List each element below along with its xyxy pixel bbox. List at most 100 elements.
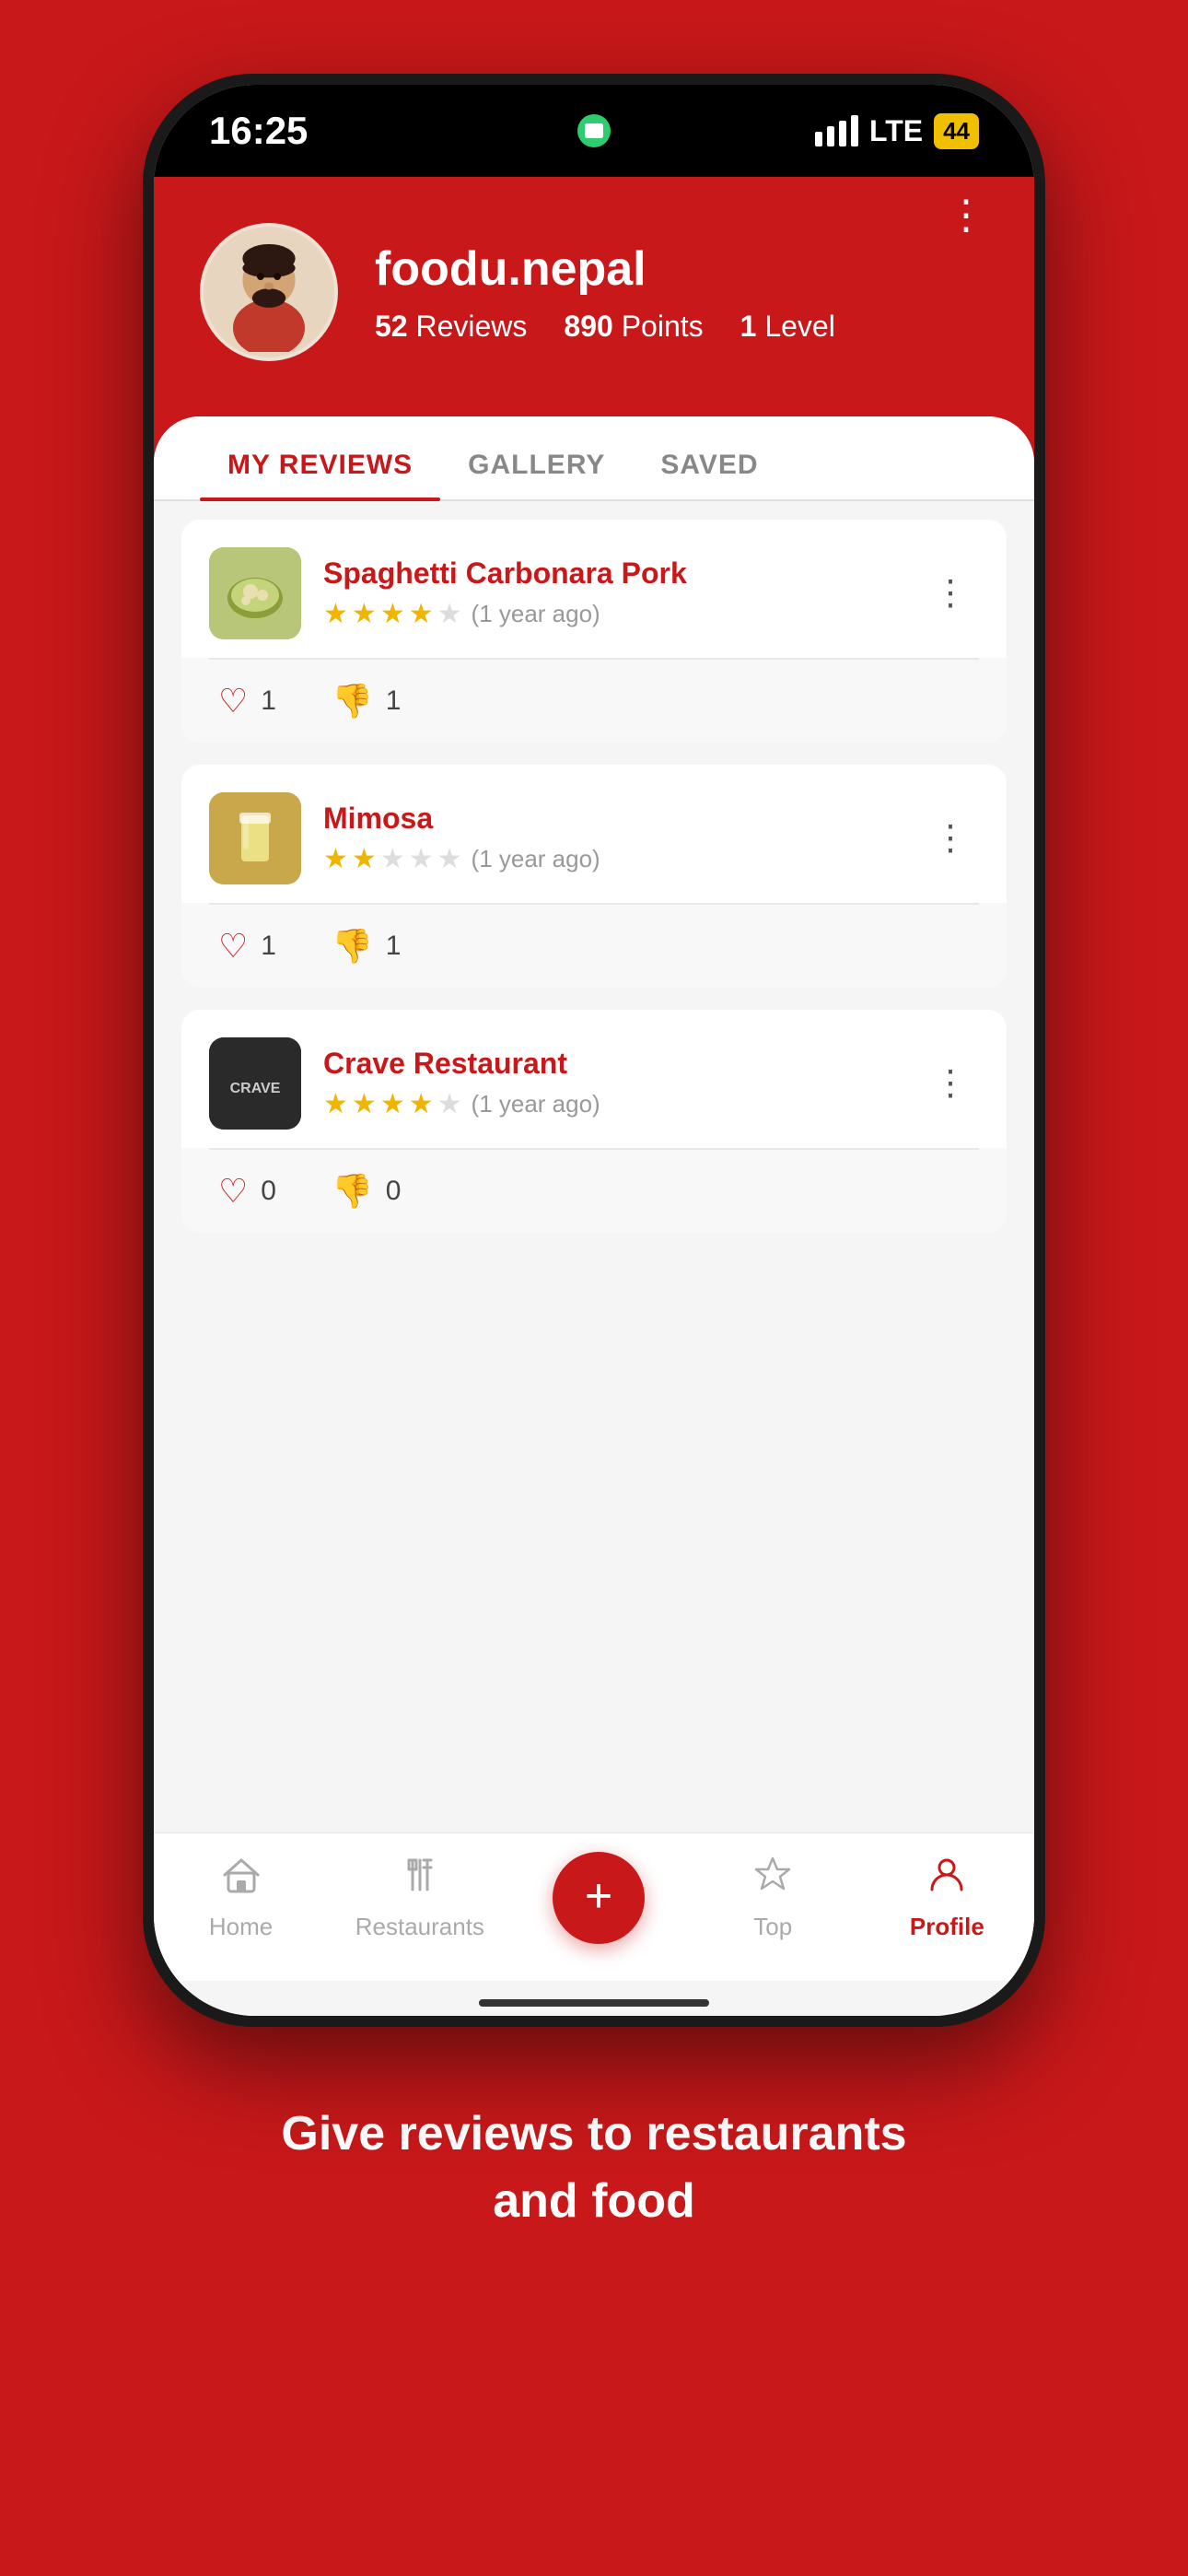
phone-screen: 16:25 LTE 44 ⋮ xyxy=(154,85,1034,2016)
review-time: (1 year ago) xyxy=(472,845,600,873)
star-4: ★ xyxy=(409,1088,434,1120)
bottom-nav: Home xyxy=(154,1832,1034,1981)
review-meta: Mimosa ★ ★ ★ ★ ★ (1 year ag xyxy=(323,802,902,875)
review-top: CRAVE Crave Restaurant ★ ★ ★ xyxy=(181,1010,1007,1148)
thumbsdown-icon: 👎 xyxy=(332,927,373,966)
review-title: Crave Restaurant xyxy=(323,1047,902,1081)
review-item: Mimosa ★ ★ ★ ★ ★ (1 year ag xyxy=(181,765,1007,988)
review-actions: ♡ 1 👎 1 xyxy=(181,660,1007,743)
star-3: ★ xyxy=(380,1088,405,1120)
dislike-count: 0 xyxy=(386,1176,402,1207)
review-time: (1 year ago) xyxy=(472,1090,600,1118)
nav-profile[interactable]: Profile xyxy=(887,1855,1007,1941)
tab-my-reviews[interactable]: MY REVIEWS xyxy=(200,416,440,499)
nav-top[interactable]: Top xyxy=(713,1855,833,1941)
signal-icon xyxy=(815,115,858,146)
avatar xyxy=(200,223,338,361)
review-item: CRAVE Crave Restaurant ★ ★ ★ xyxy=(181,1010,1007,1233)
lte-label: LTE xyxy=(869,114,923,148)
stars: ★ ★ ★ ★ ★ xyxy=(323,1088,462,1120)
stars: ★ ★ ★ ★ ★ xyxy=(323,598,462,630)
username: foodu.nepal xyxy=(375,241,835,297)
heart-icon: ♡ xyxy=(218,682,248,720)
review-image xyxy=(209,547,301,639)
review-title: Mimosa xyxy=(323,802,902,836)
star-2: ★ xyxy=(352,843,377,875)
caption: Give reviews to restaurantsand food xyxy=(281,2101,906,2235)
nav-home[interactable]: Home xyxy=(181,1855,301,1941)
add-icon: + xyxy=(585,1872,612,1920)
svg-text:CRAVE: CRAVE xyxy=(230,1081,281,1096)
dislike-count: 1 xyxy=(386,931,402,962)
thumbsdown-icon: 👎 xyxy=(332,682,373,720)
status-right: LTE 44 xyxy=(815,113,979,149)
nav-restaurants[interactable]: Restaurants xyxy=(355,1855,484,1941)
star-5: ★ xyxy=(437,1088,462,1120)
app-content: ⋮ xyxy=(154,177,1034,2016)
review-stars-row: ★ ★ ★ ★ ★ (1 year ago) xyxy=(323,598,902,630)
stars: ★ ★ ★ ★ ★ xyxy=(323,843,462,875)
like-button[interactable]: ♡ 1 xyxy=(218,927,276,966)
review-more-button[interactable]: ⋮ xyxy=(924,576,979,611)
tab-saved[interactable]: SAVED xyxy=(633,416,786,499)
status-bar: 16:25 LTE 44 xyxy=(154,85,1034,177)
review-actions: ♡ 1 👎 1 xyxy=(181,905,1007,988)
heart-icon: ♡ xyxy=(218,927,248,966)
review-top: Spaghetti Carbonara Pork ★ ★ ★ ★ ★ xyxy=(181,520,1007,658)
status-time: 16:25 xyxy=(209,109,308,153)
tab-gallery[interactable]: GALLERY xyxy=(440,416,633,499)
star-1: ★ xyxy=(323,598,348,630)
review-image: CRAVE xyxy=(209,1037,301,1130)
nav-profile-label: Profile xyxy=(910,1913,984,1941)
profile-details: foodu.nepal 52 Reviews 890 Points 1 Leve… xyxy=(375,241,835,344)
star-5: ★ xyxy=(437,843,462,875)
tabs-bar: MY REVIEWS GALLERY SAVED xyxy=(154,416,1034,501)
review-more-button[interactable]: ⋮ xyxy=(924,821,979,856)
profile-stats: 52 Reviews 890 Points 1 Level xyxy=(375,310,835,344)
restaurants-icon xyxy=(400,1855,440,1905)
more-options-button[interactable]: ⋮ xyxy=(946,195,988,236)
review-more-button[interactable]: ⋮ xyxy=(924,1066,979,1101)
level-stat: 1 Level xyxy=(740,310,835,344)
reviews-stat: 52 Reviews xyxy=(375,310,527,344)
dislike-button[interactable]: 👎 0 xyxy=(332,1172,402,1211)
review-meta: Crave Restaurant ★ ★ ★ ★ ★ xyxy=(323,1047,902,1120)
nav-home-label: Home xyxy=(209,1913,273,1941)
review-image xyxy=(209,792,301,884)
like-button[interactable]: ♡ 0 xyxy=(218,1172,276,1211)
review-meta: Spaghetti Carbonara Pork ★ ★ ★ ★ ★ xyxy=(323,556,902,630)
reviews-list: Spaghetti Carbonara Pork ★ ★ ★ ★ ★ xyxy=(154,501,1034,1832)
profile-icon xyxy=(926,1855,967,1905)
review-item: Spaghetti Carbonara Pork ★ ★ ★ ★ ★ xyxy=(181,520,1007,743)
nav-top-label: Top xyxy=(753,1913,792,1941)
profile-header: ⋮ xyxy=(154,177,1034,416)
heart-icon: ♡ xyxy=(218,1172,248,1211)
nav-add[interactable]: + xyxy=(539,1852,658,1944)
review-stars-row: ★ ★ ★ ★ ★ (1 year ago) xyxy=(323,1088,902,1120)
dislike-count: 1 xyxy=(386,685,402,717)
review-title: Spaghetti Carbonara Pork xyxy=(323,556,902,591)
like-count: 1 xyxy=(261,685,276,717)
dynamic-island xyxy=(474,101,714,160)
review-top: Mimosa ★ ★ ★ ★ ★ (1 year ag xyxy=(181,765,1007,903)
add-button[interactable]: + xyxy=(553,1852,645,1944)
review-time: (1 year ago) xyxy=(472,600,600,628)
battery-indicator: 44 xyxy=(934,113,979,149)
star-1: ★ xyxy=(323,1088,348,1120)
star-1: ★ xyxy=(323,843,348,875)
star-5: ★ xyxy=(437,598,462,630)
thumbsdown-icon: 👎 xyxy=(332,1172,373,1211)
nav-restaurants-label: Restaurants xyxy=(355,1913,484,1941)
star-2: ★ xyxy=(352,598,377,630)
star-3: ★ xyxy=(380,843,405,875)
star-4: ★ xyxy=(409,598,434,630)
profile-info: foodu.nepal 52 Reviews 890 Points 1 Leve… xyxy=(200,223,988,361)
points-stat: 890 Points xyxy=(564,310,703,344)
dislike-button[interactable]: 👎 1 xyxy=(332,927,402,966)
dislike-button[interactable]: 👎 1 xyxy=(332,682,402,720)
star-4: ★ xyxy=(409,843,434,875)
facetime-icon xyxy=(577,114,611,147)
like-button[interactable]: ♡ 1 xyxy=(218,682,276,720)
like-count: 0 xyxy=(261,1176,276,1207)
like-count: 1 xyxy=(261,931,276,962)
